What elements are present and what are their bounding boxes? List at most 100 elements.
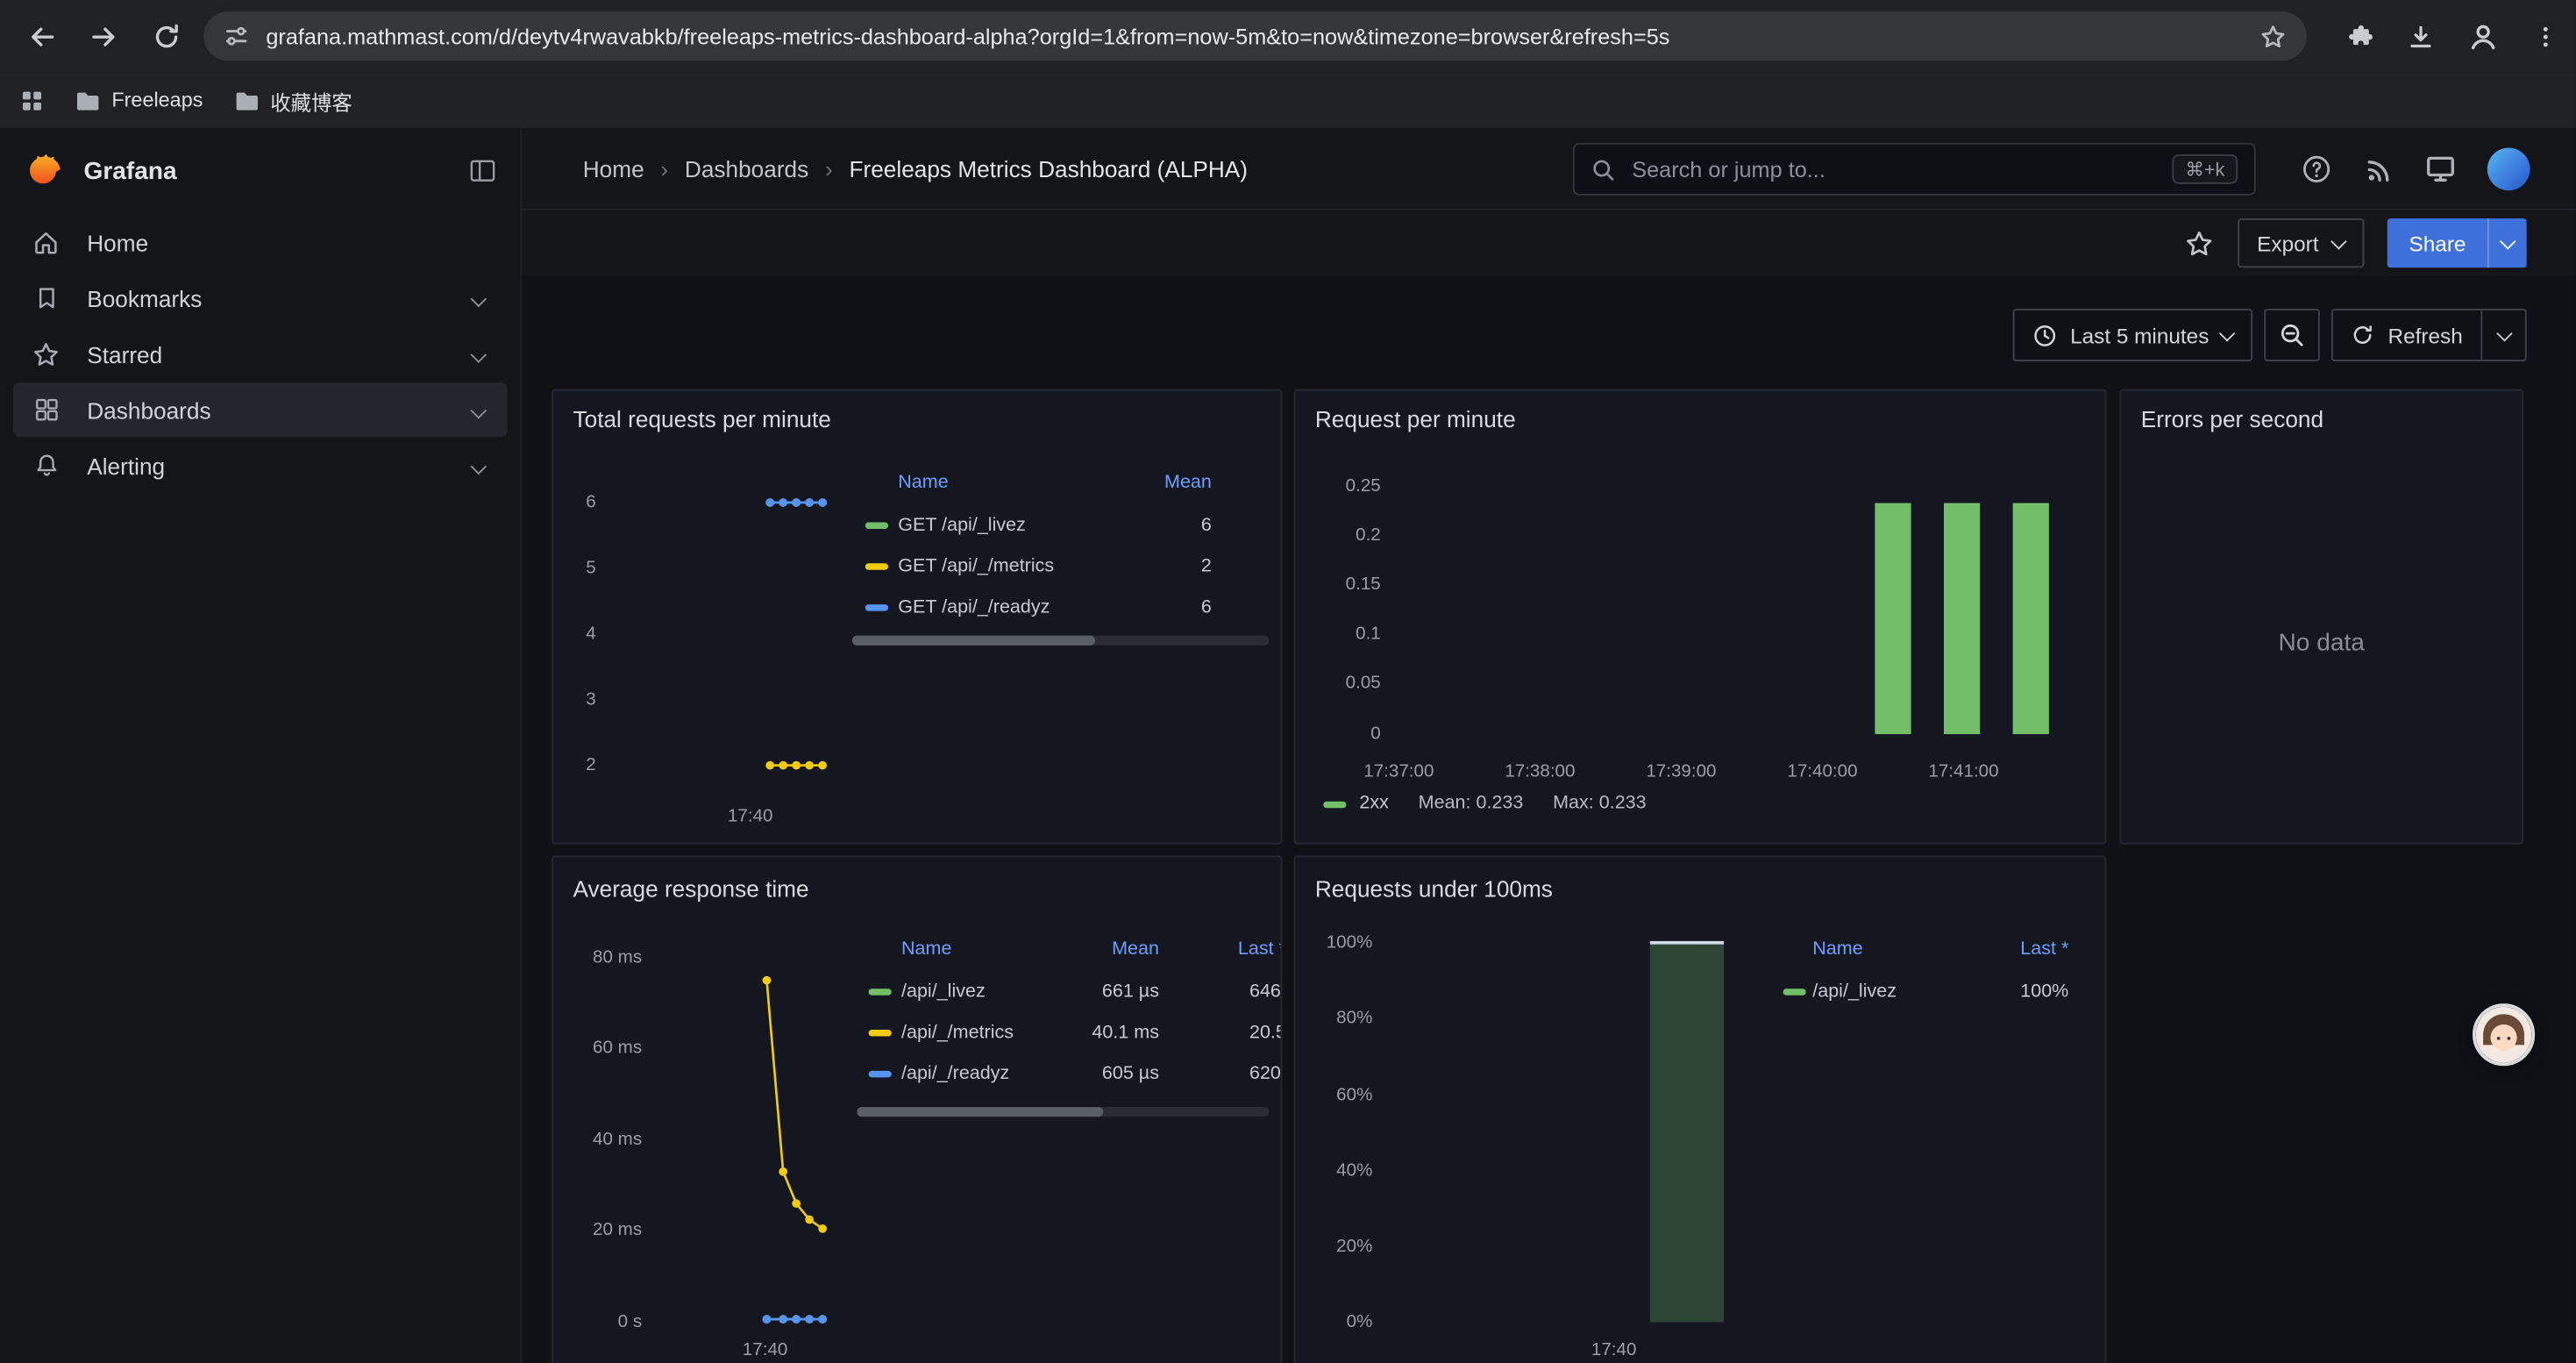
bell-icon: [30, 452, 62, 480]
screen: grafana.mathmast.com/d/deytv4rwavabkb/fr…: [0, 0, 2576, 1363]
legend-value: 100%: [1921, 981, 2069, 1005]
legend-scrollbar-thumb[interactable]: [857, 1107, 1103, 1117]
chevron-down-icon: [473, 341, 484, 368]
sidebar-item-alerting[interactable]: Alerting: [13, 439, 508, 493]
favorite-star-icon[interactable]: [2183, 227, 2215, 259]
sidebar-item-bookmarks[interactable]: Bookmarks: [13, 271, 508, 325]
extensions-icon[interactable]: [2326, 8, 2388, 64]
bookmark-icon: [30, 284, 62, 312]
legend-scrollbar-thumb[interactable]: [852, 636, 1095, 646]
legend-value: 620 µs: [1249, 1063, 1282, 1088]
panel-title[interactable]: Request per minute: [1315, 406, 1516, 432]
legend-series-color: [1783, 988, 1806, 995]
legend-header[interactable]: Last *: [1238, 938, 1283, 962]
breadcrumb-home[interactable]: Home: [583, 155, 644, 182]
search-shortcut: ⌘+k: [2172, 154, 2238, 184]
time-range-label: Last 5 minutes: [2070, 323, 2209, 347]
back-button[interactable]: [10, 8, 72, 64]
dashboards-grid-icon: [30, 396, 62, 424]
downloads-button[interactable]: [2388, 8, 2451, 64]
bookmark-star-icon[interactable]: [2259, 22, 2288, 50]
forward-button[interactable]: [72, 8, 134, 64]
url-bar[interactable]: grafana.mathmast.com/d/deytv4rwavabkb/fr…: [203, 11, 2307, 61]
legend: 2xxMean: 0.233Max: 0.233: [1323, 792, 1646, 817]
panel-request-per-minute: Request per minute 0.250.20.150.10.05017…: [1294, 389, 2107, 845]
chevron-down-icon: [473, 285, 484, 311]
panel-title[interactable]: Average response time: [573, 875, 809, 902]
refresh-interval-caret[interactable]: [2480, 310, 2525, 360]
share-label: Share: [2409, 231, 2466, 255]
user-avatar[interactable]: [2487, 147, 2530, 190]
reload-icon: [152, 22, 180, 50]
legend-series-name[interactable]: /api/_/readyz: [901, 1063, 1009, 1088]
search-input[interactable]: [1629, 155, 2160, 183]
legend-series-name: 2xx: [1359, 792, 1389, 817]
legend-series-color: [869, 988, 892, 995]
breadcrumb-dashboards[interactable]: Dashboards: [685, 155, 808, 182]
export-button[interactable]: Export: [2238, 218, 2365, 268]
legend-value: 646 µs: [1249, 981, 1282, 1005]
legend-value: 20.5 ms: [1249, 1022, 1282, 1046]
bookmark-label: 收藏博客: [270, 84, 352, 116]
legend-series[interactable]: 2xx: [1323, 792, 1389, 817]
panel-total-requests-per-minute: Total requests per minute 6543217:40Name…: [551, 389, 1282, 845]
legend-header[interactable]: Name: [898, 471, 948, 496]
share-button[interactable]: Share: [2387, 218, 2487, 268]
legend-series-name[interactable]: /api/_/metrics: [901, 1022, 1014, 1046]
zoom-out-button[interactable]: [2265, 309, 2321, 361]
site-info-icon[interactable]: [224, 23, 250, 49]
refresh-button[interactable]: Refresh: [2334, 310, 2481, 360]
kiosk-monitor-icon[interactable]: [2425, 153, 2457, 184]
plot-area: [1295, 391, 2104, 843]
no-data-message: No data: [2121, 629, 2522, 657]
legend-header[interactable]: Name: [901, 938, 951, 962]
chevron-down-icon: [2220, 325, 2237, 341]
average-response-time-chart: 80 ms60 ms40 ms20 ms0 s17:40NameMeanLast…: [553, 857, 1281, 1363]
sidebar-item-label: Alerting: [87, 453, 165, 479]
panel-requests-under-100ms: Requests under 100ms 100%80%60%40%20%0%1…: [1294, 856, 2107, 1363]
sidebar-item-label: Starred: [87, 341, 162, 368]
legend-series-color: [865, 563, 888, 569]
assistant-avatar[interactable]: [2473, 1003, 2535, 1066]
sidebar-item-starred[interactable]: Starred: [13, 327, 508, 382]
refresh-icon: [2352, 324, 2374, 346]
legend-series-name[interactable]: /api/_livez: [901, 981, 986, 1005]
legend-series-name[interactable]: GET /api/_/readyz: [898, 596, 1050, 621]
chevron-down-icon: [2331, 232, 2348, 249]
apps-grid-icon[interactable]: [19, 88, 44, 112]
legend-header[interactable]: Mean: [1064, 471, 1212, 496]
legend-value: 605 µs: [1011, 1063, 1159, 1088]
panel-title[interactable]: Total requests per minute: [573, 406, 831, 432]
sidebar-item-home[interactable]: Home: [13, 215, 508, 269]
bookmark-folder-blog[interactable]: 收藏博客: [232, 84, 352, 116]
browser-menu-kebab-icon[interactable]: [2514, 8, 2576, 64]
share-menu-caret[interactable]: [2487, 218, 2527, 268]
panel-title[interactable]: Requests under 100ms: [1315, 875, 1553, 902]
reload-button[interactable]: [135, 8, 197, 64]
breadcrumb-separator: [660, 155, 668, 182]
legend-stat: Mean: 0.233: [1419, 792, 1524, 817]
legend-series-name[interactable]: /api/_livez: [1812, 981, 1896, 1005]
sidebar-collapse-button[interactable]: [468, 156, 498, 186]
chevron-down-icon: [2495, 325, 2512, 341]
panel-title[interactable]: Errors per second: [2141, 406, 2323, 432]
help-icon[interactable]: [2300, 152, 2332, 184]
bookmark-folder-freeleaps[interactable]: Freeleaps: [74, 87, 203, 113]
legend-value: 661 µs: [1011, 981, 1159, 1005]
news-rss-icon[interactable]: [2364, 153, 2394, 183]
legend-header[interactable]: Name: [1812, 938, 1862, 962]
sidebar-item-dashboards[interactable]: Dashboards: [13, 382, 508, 437]
folder-icon: [74, 87, 100, 113]
time-range-picker[interactable]: Last 5 minutes: [2013, 309, 2253, 361]
breadcrumb-current: Freeleaps Metrics Dashboard (ALPHA): [849, 155, 1248, 182]
search-bar[interactable]: ⌘+k: [1573, 143, 2256, 196]
legend-series-name[interactable]: GET /api/_/metrics: [898, 555, 1054, 580]
legend-header[interactable]: Mean: [1011, 938, 1159, 962]
refresh-button-group: Refresh: [2332, 309, 2527, 361]
legend-header[interactable]: Last *: [1921, 938, 2069, 962]
browser-profile-icon[interactable]: [2451, 8, 2514, 64]
time-controls: Last 5 minutes Refresh: [522, 276, 2575, 368]
legend-series-name[interactable]: GET /api/_livez: [898, 514, 1026, 539]
request-per-minute-chart: 0.250.20.150.10.05017:37:0017:38:0017:39…: [1295, 391, 2104, 843]
share-button-group: Share: [2387, 218, 2527, 268]
